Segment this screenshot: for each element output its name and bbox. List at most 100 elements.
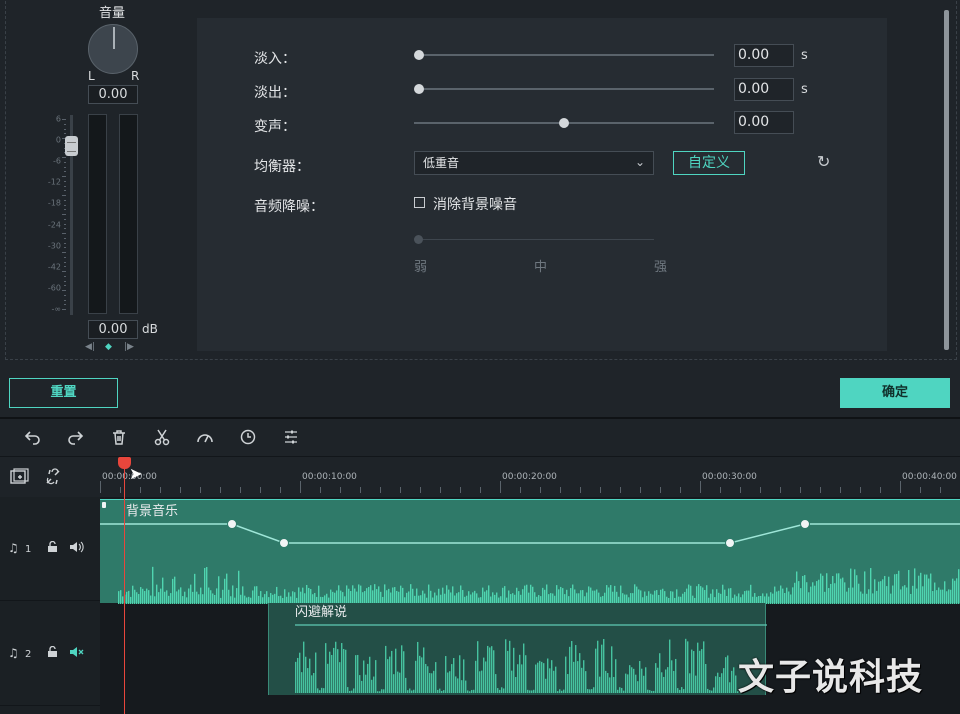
denoise-level-medium: 中 <box>534 260 548 275</box>
scale-tick <box>62 233 66 234</box>
ruler-tick <box>220 487 221 493</box>
waveform-bar <box>888 576 890 604</box>
waveform-bar <box>503 688 505 693</box>
reset-button[interactable]: 重置 <box>9 378 118 408</box>
waveform-bar <box>731 670 733 693</box>
volume-fader-handle[interactable] <box>65 136 78 156</box>
clip-start-marker[interactable] <box>102 502 106 508</box>
waveform-bar <box>412 588 414 604</box>
cut-icon[interactable] <box>152 428 172 448</box>
scale-tick <box>64 161 66 163</box>
scale-label: -∞ <box>51 304 61 314</box>
waveform-bar <box>942 589 944 604</box>
denoise-slider-track[interactable] <box>417 239 654 240</box>
custom-equalizer-button[interactable]: 自定义 <box>673 151 745 175</box>
waveform-bar <box>640 590 642 604</box>
balance-center-icon[interactable]: ◆ <box>105 342 112 352</box>
denoise-slider-handle[interactable] <box>414 235 423 244</box>
fade-out-slider-handle[interactable] <box>414 84 424 94</box>
playhead-line[interactable] <box>124 457 125 714</box>
ruler-tick <box>860 487 861 493</box>
speed-icon[interactable] <box>195 428 215 448</box>
db-value-field[interactable]: 0.00 <box>88 320 138 339</box>
reset-icon[interactable]: ↻ <box>817 152 830 171</box>
waveform-bar <box>509 640 511 693</box>
waveform-bar <box>690 585 692 604</box>
equalizer-select[interactable]: 低重音 ⌄ <box>414 151 654 175</box>
waveform-bar <box>725 657 727 693</box>
waveform-bar <box>559 689 561 693</box>
speaker-icon[interactable] <box>69 541 84 556</box>
denoise-checkbox[interactable] <box>414 197 425 208</box>
lock-icon[interactable] <box>47 645 58 661</box>
waveform-bar <box>872 593 874 604</box>
scale-label: -30 <box>47 241 61 251</box>
waveform-bar <box>914 568 916 604</box>
volume-value-field[interactable]: 0.00 <box>88 85 138 104</box>
waveform-bar <box>796 571 798 604</box>
waveform-bar <box>321 687 323 693</box>
duration-icon[interactable] <box>238 428 258 448</box>
waveform-bar <box>158 592 160 604</box>
waveform-bar <box>750 584 752 604</box>
ruler-tick <box>660 487 661 493</box>
waveform-bar <box>700 586 702 604</box>
balance-right-icon[interactable]: |▶ <box>124 342 134 352</box>
ok-button[interactable]: 确定 <box>840 378 950 408</box>
delete-icon[interactable] <box>109 428 129 448</box>
speaker-muted-icon[interactable] <box>69 646 84 661</box>
waveform-bar <box>363 660 365 693</box>
audio-clip-ducking-narration[interactable]: 闪避解说 <box>268 603 767 695</box>
ruler-tick <box>520 487 521 493</box>
ruler-tick <box>380 487 381 493</box>
waveform-bar <box>517 664 519 693</box>
waveform-bar <box>335 641 337 693</box>
volume-knob[interactable] <box>88 24 138 74</box>
denoise-checkbox-label[interactable]: 消除背景噪音 <box>433 194 517 214</box>
waveform-bar <box>667 667 669 693</box>
fade-in-slider-track[interactable] <box>419 54 714 56</box>
waveform-bar <box>372 590 374 604</box>
waveform-bar <box>565 656 567 693</box>
waveform-bar <box>190 584 192 604</box>
waveform-bar <box>884 575 886 604</box>
scale-tick <box>64 280 66 282</box>
fade-out-value-field[interactable]: 0.00 <box>734 78 794 101</box>
waveform-bar <box>585 671 587 693</box>
keyframe-point[interactable] <box>725 538 735 548</box>
keyframe-point[interactable] <box>279 538 289 548</box>
scale-label: 6 <box>55 114 61 124</box>
waveform-bar <box>705 664 707 693</box>
adjust-icon[interactable] <box>281 428 301 448</box>
redo-icon[interactable] <box>65 428 85 448</box>
waveform-bar <box>822 575 824 604</box>
scale-tick <box>64 128 66 130</box>
volume-scale: 6 0 -6 -12 -18 -24 -30 -42 -60 -∞ <box>46 114 66 314</box>
pitch-value-field[interactable]: 0.00 <box>734 111 794 134</box>
fade-in-slider-handle[interactable] <box>414 50 424 60</box>
audio-clip-background-music[interactable]: 背景音乐 <box>100 499 960 604</box>
panel-scrollbar[interactable] <box>944 10 949 350</box>
scale-tick <box>64 256 66 258</box>
waveform-bar <box>657 667 659 693</box>
lock-icon[interactable] <box>47 540 58 556</box>
waveform-bar <box>495 674 497 693</box>
waveform-bar <box>307 668 309 693</box>
add-track-icon[interactable] <box>10 468 30 490</box>
waveform-bar <box>539 660 541 693</box>
keyframe-point[interactable] <box>800 519 810 529</box>
fade-in-value-field[interactable]: 0.00 <box>734 44 794 67</box>
timeline-ruler[interactable]: 00:00:00:00 00:00:10:00 00:00:20:00 00:0… <box>0 457 960 497</box>
unlink-icon[interactable] <box>44 468 62 490</box>
keyframe-point[interactable] <box>227 519 237 529</box>
scale-tick <box>64 180 66 182</box>
scale-tick <box>64 299 66 301</box>
waveform-bar <box>284 589 286 604</box>
pitch-slider-handle[interactable] <box>559 118 569 128</box>
fade-out-slider-track[interactable] <box>419 88 714 90</box>
level-meter-left <box>88 114 107 314</box>
waveform-bar <box>643 675 645 693</box>
undo-icon[interactable] <box>23 428 43 448</box>
waveform-bar <box>403 651 405 693</box>
balance-left-icon[interactable]: ◀| <box>85 342 95 352</box>
